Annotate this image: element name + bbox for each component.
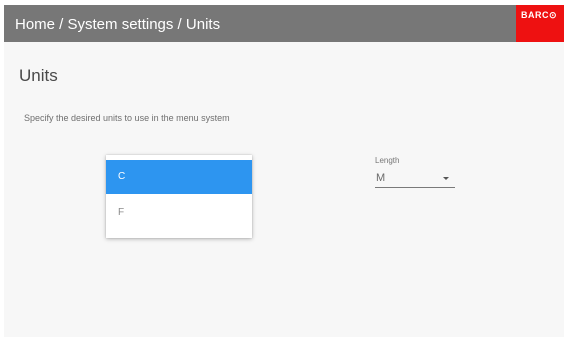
temperature-unit-dropdown-menu: C F	[106, 155, 252, 238]
breadcrumb[interactable]: Home / System settings / Units	[15, 16, 220, 34]
app-screen: Home / System settings / Units BARC⊙ Uni…	[4, 5, 564, 337]
length-select[interactable]: Length M	[375, 156, 455, 192]
temperature-option-f[interactable]: F	[106, 196, 252, 230]
length-value: M	[376, 172, 386, 184]
barco-logo: BARC⊙	[516, 5, 564, 42]
caret-down-icon	[443, 177, 449, 180]
page-title: Units	[19, 66, 58, 85]
page-description: Specify the desired units to use in the …	[24, 113, 230, 123]
length-label: Length	[375, 156, 400, 165]
temperature-option-c[interactable]: C	[106, 160, 252, 194]
logo-text: BARC⊙	[521, 10, 558, 20]
length-select-underline	[375, 187, 455, 188]
header-bar: Home / System settings / Units BARC⊙	[4, 5, 564, 42]
